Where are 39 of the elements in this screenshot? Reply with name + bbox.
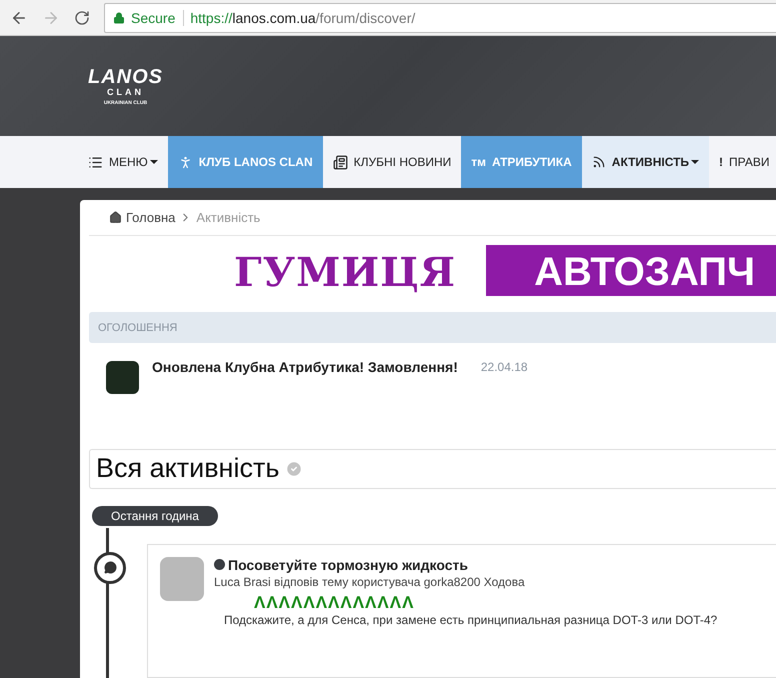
activity-summary: Luca Brasi відповів тему користувача gorka8200 Ходова: [214, 574, 526, 589]
nav-label: КЛУБ LANOS CLAN: [198, 155, 313, 169]
nav-tab[interactable]: ! ПРАВИ: [709, 136, 776, 188]
nav-icon-text: тм: [471, 155, 486, 169]
nav-label: КЛУБНІ НОВИНИ: [354, 155, 452, 169]
breadcrumb-link[interactable]: Головна: [109, 210, 176, 225]
page-title: Вся активність: [96, 453, 280, 484]
ad-banner[interactable]: АВТОЗАПЧ: [486, 244, 776, 296]
rss-icon: [592, 155, 606, 169]
ad-brand[interactable]: ГУМИЦЯ: [234, 248, 456, 296]
announcements-heading: ОГОЛОШЕННЯ: [89, 312, 776, 343]
announcement-link[interactable]: Оновлена Клубна Атрибутика! Замовлення!: [152, 359, 458, 376]
photo-placeholder: [160, 556, 204, 601]
avatar-image: [106, 360, 139, 394]
secure-label: Secure: [131, 10, 184, 26]
address-bar[interactable]: Secure https://lanos.com.ua/forum/discover/: [104, 2, 776, 32]
nav-tab[interactable]: АКТИВНІСТЬ: [582, 136, 710, 188]
breadcrumb-label: Головна: [126, 210, 176, 225]
home-icon: [109, 211, 122, 224]
list-icon: [88, 154, 103, 170]
newspaper-icon: [332, 154, 348, 170]
nav-label: МЕНЮ: [109, 155, 148, 169]
reload-icon[interactable]: [74, 10, 90, 26]
nav-icon-text: !: [719, 155, 724, 169]
period-label: Остання година: [92, 506, 218, 526]
lock-icon: [113, 12, 125, 24]
nav-tab[interactable]: КЛУБНІ НОВИНИ: [322, 136, 462, 188]
check-icon: [285, 460, 304, 478]
nav-label: АКТИВНІСТЬ: [612, 155, 690, 169]
announcement-date: 22.04.18: [480, 360, 528, 374]
activity-marks: ΛΛΛΛΛΛΛΛΛΛΛΛΛ: [254, 592, 416, 613]
activity-excerpt: Подскажите, а для Сенса, при замене есть принципиальная разница DOT-3 или DOT-4?: [224, 612, 718, 627]
nav-label: ПРАВИ: [729, 155, 770, 169]
activity-title-text: Посоветуйте тормозную жидкость: [228, 556, 468, 573]
url-text: https://lanos.com.ua/forum/discover/: [190, 10, 416, 26]
nav-tab[interactable]: МЕНЮ: [78, 136, 168, 188]
dot-icon: [214, 559, 225, 570]
nav-label: АТРИБУТИКА: [492, 155, 572, 169]
activity-title[interactable]: Посоветуйте тормозную жидкость: [214, 556, 718, 573]
